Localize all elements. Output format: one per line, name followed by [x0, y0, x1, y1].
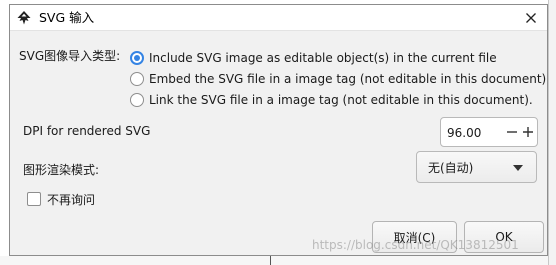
decrement-button[interactable]: [505, 123, 519, 141]
import-type-label: SVG图像导入类型:: [19, 49, 121, 63]
dpi-label: DPI for rendered SVG: [23, 124, 151, 138]
radio-include-editable[interactable]: Include SVG image as editable object(s) …: [130, 49, 497, 67]
radio-link-image[interactable]: Link the SVG file in a image tag (not ed…: [130, 91, 533, 109]
close-button[interactable]: [517, 6, 545, 30]
inkscape-icon: [16, 10, 32, 26]
svg-import-dialog: SVG 输入 SVG图像导入类型: Include SVG image as e…: [9, 4, 548, 256]
background-window-bottom: [0, 256, 548, 265]
radio-label: Include SVG image as editable object(s) …: [149, 51, 497, 65]
dpi-spinbox[interactable]: 96.00: [440, 117, 538, 147]
dpi-value[interactable]: 96.00: [447, 125, 481, 141]
close-icon: [526, 13, 536, 23]
increment-button[interactable]: [521, 123, 535, 141]
radio-button-selected[interactable]: [130, 51, 144, 65]
chevron-down-icon: [513, 165, 523, 171]
render-mode-value: 无(自动): [428, 161, 474, 175]
radio-label: Embed the SVG file in a image tag (not e…: [149, 72, 547, 86]
radio-label: Link the SVG file in a image tag (not ed…: [149, 93, 533, 107]
plus-icon: [523, 127, 533, 137]
dialog-title: SVG 输入: [39, 10, 95, 25]
dont-ask-checkbox[interactable]: [27, 192, 41, 206]
watermark-text: https://blog.csdn.net/QK13812501: [312, 238, 519, 252]
background-window-edge: [548, 0, 556, 265]
title-bar[interactable]: SVG 输入: [10, 5, 547, 31]
minus-icon: [507, 131, 517, 133]
radio-button[interactable]: [130, 72, 144, 86]
radio-embed-image[interactable]: Embed the SVG file in a image tag (not e…: [130, 70, 546, 88]
render-mode-label: 图形渲染模式:: [23, 163, 100, 177]
render-mode-dropdown[interactable]: 无(自动): [416, 151, 537, 183]
dont-ask-label[interactable]: 不再询问: [47, 192, 95, 208]
background-divider: [270, 256, 271, 265]
radio-button[interactable]: [130, 93, 144, 107]
